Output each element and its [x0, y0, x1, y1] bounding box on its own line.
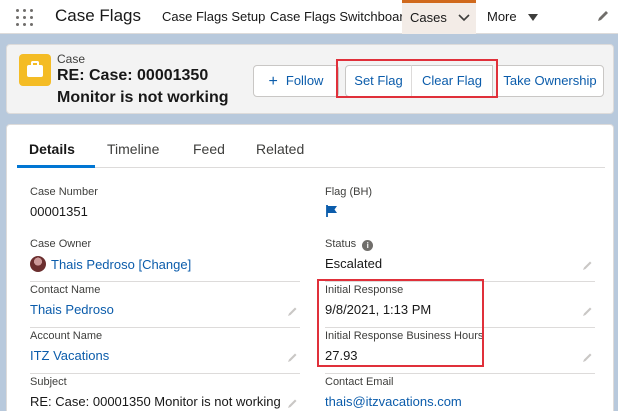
record-title-line-1: RE: Case: 00001350	[57, 67, 209, 84]
plus-icon: +	[268, 73, 278, 90]
field-label: Contact Email	[325, 376, 394, 388]
change-owner-link[interactable]: [Change]	[138, 257, 191, 272]
edit-nav-pencil-icon[interactable]	[596, 9, 610, 28]
entity-label: Case	[57, 52, 86, 66]
field-flag-bh: Flag (BH)	[325, 186, 595, 230]
active-tab-indicator	[17, 165, 95, 168]
nav-tab-cases[interactable]: Cases	[402, 0, 476, 34]
field-subject: Subject RE: Case: 00001350 Monitor is no…	[30, 376, 300, 411]
chevron-down-icon[interactable]	[458, 4, 471, 34]
field-label: Initial Response Business Hours	[325, 330, 484, 342]
field-initial-response-business-hours: Initial Response Business Hours 27.93	[325, 330, 595, 374]
clear-flag-button[interactable]: Clear Flag	[411, 65, 493, 97]
edit-pencil-icon[interactable]	[582, 304, 593, 322]
nav-tab-label: Case Flags Setup	[162, 9, 266, 24]
account-name-link[interactable]: ITZ Vacations	[30, 348, 109, 363]
nav-tab-case-flags-setup[interactable]: Case Flags Setup	[154, 0, 273, 34]
app-name: Case Flags	[55, 6, 141, 25]
nav-tab-case-flags-switchboard[interactable]: Case Flags Switchboard	[262, 0, 419, 34]
flag-icon	[325, 204, 339, 221]
field-value: 00001351	[30, 204, 88, 219]
field-label: Initial Response	[325, 284, 404, 296]
record-title: RE: Case: 00001350 Monitor is not workin…	[57, 65, 257, 109]
follow-button[interactable]: + Follow	[253, 65, 339, 97]
briefcase-icon	[19, 54, 51, 86]
edit-pencil-icon[interactable]	[287, 304, 298, 322]
nav-tab-label: Case Flags Switchboard	[270, 9, 411, 24]
field-case-number: Case Number 00001351	[30, 186, 300, 230]
nav-tab-label: Cases	[410, 10, 447, 25]
detail-tab-bar: Details Timeline Feed Related	[17, 125, 605, 168]
set-flag-button[interactable]: Set Flag	[345, 65, 412, 97]
case-owner-link[interactable]: Thais Pedroso	[51, 257, 135, 272]
edit-pencil-icon[interactable]	[582, 258, 593, 276]
field-status: Status i Escalated	[325, 238, 595, 282]
tab-related[interactable]: Related	[256, 141, 304, 157]
field-case-owner: Case Owner Thais Pedroso [Change]	[30, 238, 300, 282]
tab-details[interactable]: Details	[29, 141, 75, 157]
record-highlights-panel: Case RE: Case: 00001350 Monitor is not w…	[6, 44, 614, 114]
field-value: 9/8/2021, 1:13 PM	[325, 302, 432, 317]
edit-pencil-icon[interactable]	[582, 350, 593, 368]
avatar	[30, 256, 46, 272]
contact-email-link[interactable]: thais@itzvacations.com	[325, 394, 462, 409]
field-account-name: Account Name ITZ Vacations	[30, 330, 300, 374]
record-title-line-2: Monitor is not working	[57, 89, 229, 106]
field-value: Escalated	[325, 256, 383, 271]
field-contact-email: Contact Email thais@itzvacations.com	[325, 376, 595, 411]
field-label: Subject	[30, 376, 67, 388]
edit-pencil-icon[interactable]	[287, 396, 298, 411]
tab-feed[interactable]: Feed	[193, 141, 225, 157]
contact-name-link[interactable]: Thais Pedroso	[30, 302, 114, 317]
field-label: Flag (BH)	[325, 186, 373, 198]
take-ownership-button[interactable]: Take Ownership	[496, 65, 604, 97]
field-label: Case Owner	[30, 238, 92, 250]
info-icon[interactable]: i	[362, 240, 374, 251]
field-label: Account Name	[30, 330, 103, 342]
tab-timeline[interactable]: Timeline	[107, 141, 159, 157]
nav-tab-more[interactable]: More	[479, 0, 546, 34]
field-label: Contact Name	[30, 284, 101, 296]
follow-button-label: Follow	[285, 73, 324, 88]
caret-down-icon	[528, 1, 539, 35]
status-label: Status	[325, 238, 357, 250]
nav-tab-label: More	[487, 9, 517, 24]
field-initial-response: Initial Response 9/8/2021, 1:13 PM	[325, 284, 595, 328]
app-launcher-icon[interactable]	[16, 9, 33, 26]
edit-pencil-icon[interactable]	[287, 350, 298, 368]
field-contact-name: Contact Name Thais Pedroso	[30, 284, 300, 328]
field-value: 27.93	[325, 348, 358, 363]
field-label: Case Number	[30, 186, 98, 198]
global-nav-bar: Case Flags Case Flags Setup Case Flags S…	[0, 0, 618, 34]
field-value: Thais Pedroso [Change]	[30, 256, 191, 272]
field-value: RE: Case: 00001350 Monitor is not workin…	[30, 394, 281, 409]
field-label: Status i	[325, 238, 374, 251]
